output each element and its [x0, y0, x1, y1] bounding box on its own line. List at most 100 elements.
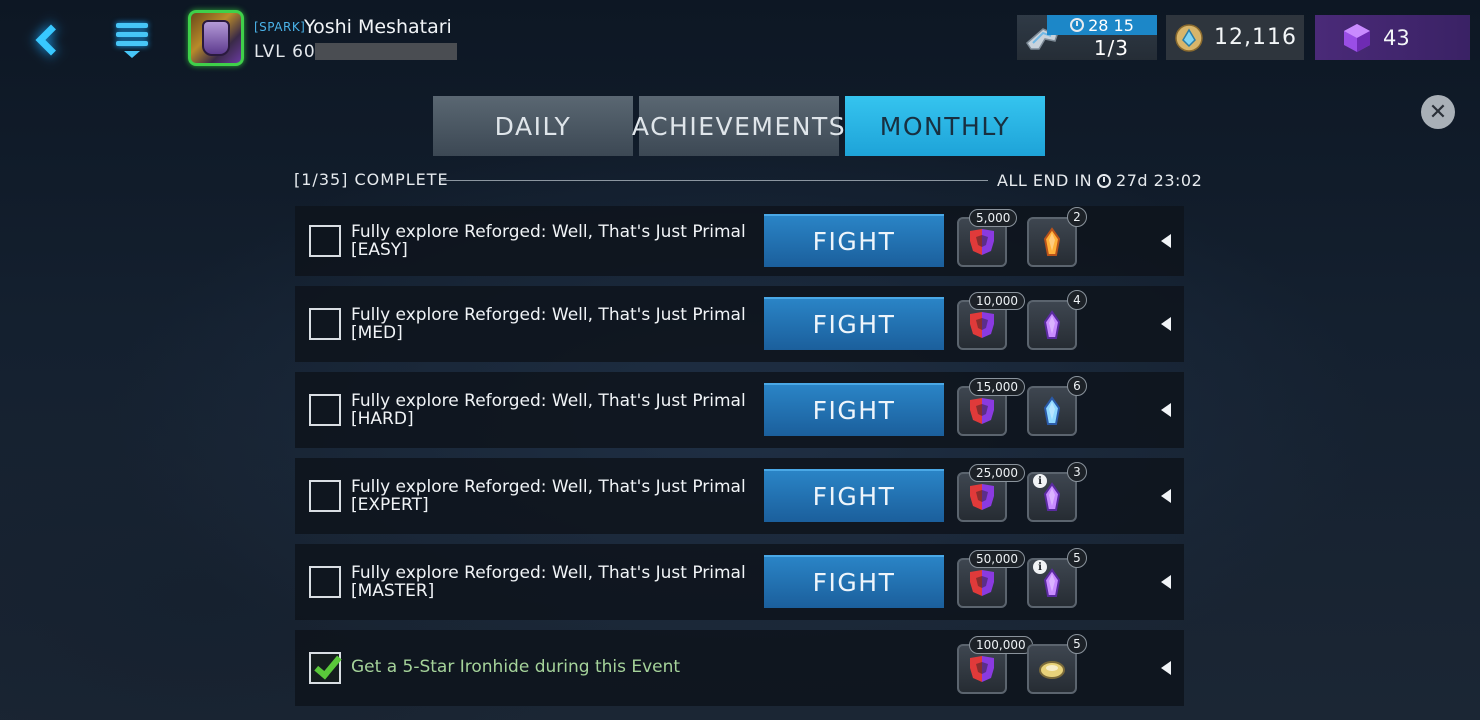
info-icon: i: [1033, 560, 1047, 574]
quest-row[interactable]: Fully explore Reforged: Well, That's Jus…: [295, 286, 1184, 362]
quest-difficulty: [HARD]: [351, 409, 414, 429]
purple-crystal-icon: [1043, 310, 1061, 339]
quest-name: Fully explore Reforged: Well, That's Jus…: [351, 222, 746, 242]
reward-currency[interactable]: 50,000: [957, 550, 1025, 608]
tab-monthly[interactable]: MONTHLY: [845, 96, 1045, 156]
energon-shard-icon: [1175, 23, 1203, 52]
fight-button[interactable]: FIGHT: [764, 214, 944, 267]
blue-crystal-icon: [1043, 396, 1061, 425]
tab-daily[interactable]: DAILY: [433, 96, 633, 156]
quest-name: Fully explore Reforged: Well, That's Jus…: [351, 477, 746, 497]
back-chevron-icon: [35, 24, 67, 56]
quest-checkbox: [309, 308, 341, 340]
reward-count: 5: [1067, 548, 1087, 568]
close-button[interactable]: ✕: [1421, 95, 1455, 129]
reward-count: 4: [1067, 290, 1087, 310]
autobot-decepticon-coin-icon: [970, 312, 994, 338]
quest-name: Fully explore Reforged: Well, That's Jus…: [351, 305, 746, 325]
timer-icon: [1070, 18, 1085, 32]
autobot-decepticon-coin-icon: [970, 656, 994, 682]
xp-bar: [315, 43, 457, 60]
expand-arrow-icon[interactable]: [1161, 234, 1171, 248]
reward-amount: 15,000: [969, 378, 1025, 396]
reward-item[interactable]: 4: [1027, 290, 1087, 350]
energy-count: 1/3: [1093, 36, 1129, 60]
menu-icon: [116, 22, 148, 28]
reward-amount: 25,000: [969, 464, 1025, 482]
purple-cube-icon: [1344, 23, 1370, 52]
quest-checkbox: [309, 394, 341, 426]
reward-item[interactable]: 6: [1027, 376, 1087, 436]
quest-row[interactable]: Fully explore Reforged: Well, That's Jus…: [295, 206, 1184, 276]
quest-title: Get a 5-Star Ironhide during this Event: [351, 657, 681, 677]
avatar-portrait-icon: [202, 20, 230, 56]
reward-count: 5: [1067, 634, 1087, 654]
reward-amount: 100,000: [969, 636, 1033, 654]
reward-count: 2: [1067, 207, 1087, 227]
quest-title: Fully explore Reforged: Well, That's Jus…: [351, 392, 751, 428]
player-name: Yoshi Meshatari: [304, 16, 452, 38]
orange-crystal-icon: [1043, 227, 1061, 256]
reward-amount: 10,000: [969, 292, 1025, 310]
reward-item[interactable]: 5: [1027, 634, 1087, 694]
tab-achievements[interactable]: ACHIEVEMENTS: [632, 96, 845, 156]
quest-difficulty: [MASTER]: [351, 581, 435, 601]
fight-button[interactable]: FIGHT: [764, 383, 944, 436]
expand-arrow-icon[interactable]: [1161, 489, 1171, 503]
reward-currency[interactable]: 5,000: [957, 209, 1018, 267]
expand-arrow-icon[interactable]: [1161, 661, 1171, 675]
quest-checkbox: [309, 225, 341, 257]
reward-currency[interactable]: 10,000: [957, 292, 1025, 350]
menu-button[interactable]: [104, 16, 160, 64]
quest-row[interactable]: Fully explore Reforged: Well, That's Jus…: [295, 458, 1184, 534]
gem-value: 43: [1383, 25, 1410, 50]
fight-button[interactable]: FIGHT: [764, 297, 944, 350]
reward-amount: 50,000: [969, 550, 1025, 568]
gold-ore-icon: [1039, 661, 1065, 679]
avatar[interactable]: [188, 10, 244, 66]
gold-value: 12,116: [1214, 25, 1297, 50]
autobot-decepticon-coin-icon: [970, 229, 994, 255]
quest-title: Fully explore Reforged: Well, That's Jus…: [351, 478, 751, 514]
alliance-tag: [SPARK]: [254, 20, 306, 34]
autobot-decepticon-coin-icon: [970, 484, 994, 510]
expand-arrow-icon[interactable]: [1161, 403, 1171, 417]
reward-item[interactable]: 3i: [1027, 462, 1087, 522]
end-timer: ALL END IN 27d 23:02: [997, 171, 1203, 190]
back-button[interactable]: [16, 14, 76, 66]
energy-timer: 28 15: [1088, 15, 1134, 35]
autobot-decepticon-coin-icon: [970, 570, 994, 596]
reward-item[interactable]: 5i: [1027, 548, 1087, 608]
checkmark-icon: [314, 650, 342, 680]
quest-title: Fully explore Reforged: Well, That's Jus…: [351, 223, 751, 259]
divider: [440, 180, 988, 181]
completion-status: [1/35] COMPLETE: [294, 170, 449, 189]
quest-difficulty: [EXPERT]: [351, 495, 429, 515]
gold-counter[interactable]: 12,116: [1166, 15, 1304, 60]
quest-checkbox: [309, 566, 341, 598]
reward-item[interactable]: 2: [1027, 207, 1087, 267]
autobot-decepticon-coin-icon: [970, 398, 994, 424]
quest-checkbox: [309, 480, 341, 512]
quest-row[interactable]: Get a 5-Star Ironhide during this Event 1…: [295, 630, 1184, 706]
quest-row[interactable]: Fully explore Reforged: Well, That's Jus…: [295, 372, 1184, 448]
fight-button[interactable]: FIGHT: [764, 469, 944, 522]
expand-arrow-icon[interactable]: [1161, 317, 1171, 331]
close-icon: ✕: [1428, 99, 1448, 125]
info-icon: i: [1033, 474, 1047, 488]
quest-name: Fully explore Reforged: Well, That's Jus…: [351, 391, 746, 411]
energy-counter[interactable]: 28 15 1/3: [1017, 15, 1157, 60]
clock-icon: [1097, 173, 1112, 188]
reward-currency[interactable]: 15,000: [957, 378, 1025, 436]
reward-currency[interactable]: 25,000: [957, 464, 1025, 522]
quest-row[interactable]: Fully explore Reforged: Well, That's Jus…: [295, 544, 1184, 620]
reward-currency[interactable]: 100,000: [957, 636, 1033, 694]
reward-count: 3: [1067, 462, 1087, 482]
quest-name: Fully explore Reforged: Well, That's Jus…: [351, 563, 746, 583]
reward-amount: 5,000: [969, 209, 1018, 227]
quest-checkbox: [309, 650, 342, 684]
fight-button[interactable]: FIGHT: [764, 555, 944, 608]
expand-arrow-icon[interactable]: [1161, 575, 1171, 589]
gem-counter[interactable]: 43: [1315, 15, 1470, 60]
reward-count: 6: [1067, 376, 1087, 396]
